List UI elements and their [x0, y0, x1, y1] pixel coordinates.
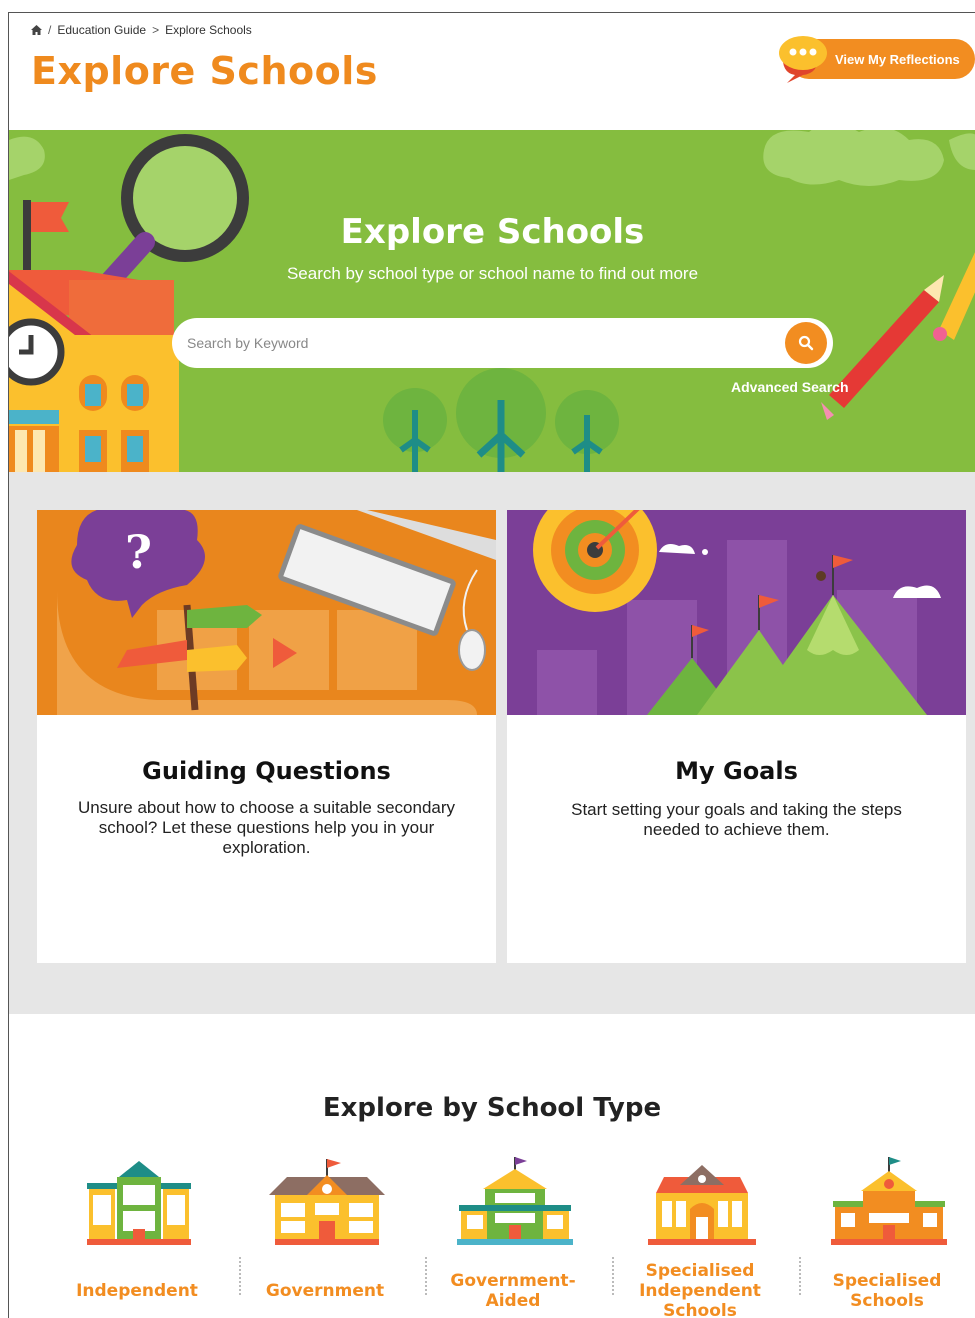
- hero-illustration: [9, 130, 975, 472]
- page-title: Explore Schools: [31, 49, 378, 93]
- school-type-independent[interactable]: Independent: [49, 1153, 225, 1318]
- search-icon: [798, 335, 814, 351]
- card-description: Unsure about how to choose a suitable se…: [77, 798, 456, 857]
- page: / Education Guide > Explore Schools Expl…: [8, 12, 975, 1318]
- card-description: Start setting your goals and taking the …: [571, 800, 902, 839]
- school-type-government-aided[interactable]: Government-Aided: [425, 1153, 601, 1318]
- svg-text:?: ?: [125, 525, 152, 579]
- section-title: Explore by School Type: [322, 1093, 662, 1123]
- search-button[interactable]: [785, 322, 827, 364]
- advanced-search-link[interactable]: Advanced Search: [731, 379, 849, 395]
- government-aided-school-icon: [457, 1157, 573, 1245]
- card-title: Guiding Questions: [142, 757, 391, 785]
- hero-title: Explore Schools: [340, 212, 645, 252]
- my-goals-image: [507, 510, 966, 715]
- independent-school-icon: [87, 1161, 191, 1245]
- school-type-label: Government-Aided: [450, 1271, 576, 1311]
- school-type-specialised[interactable]: Specialised Schools: [799, 1153, 975, 1318]
- breadcrumb: / Education Guide > Explore Schools: [31, 23, 252, 37]
- my-goals-card[interactable]: My Goals Start setting your goals and ta…: [507, 510, 966, 963]
- government-school-icon: [269, 1159, 385, 1245]
- breadcrumb-education-guide[interactable]: Education Guide: [57, 23, 146, 37]
- guiding-questions-card[interactable]: ? Guiding Questions Unsure about how to …: [37, 510, 496, 963]
- school-type-label: Independent: [76, 1281, 198, 1301]
- school-type-label: Specialised Independent Schools: [639, 1261, 761, 1318]
- breadcrumb-separator: /: [48, 23, 52, 37]
- school-type-label: Specialised Schools: [832, 1271, 942, 1311]
- guiding-questions-image: ?: [37, 510, 496, 715]
- breadcrumb-current: Explore Schools: [165, 23, 252, 37]
- school-type-list: Independent Government Government-Aided …: [49, 1153, 969, 1318]
- home-icon[interactable]: [31, 25, 42, 35]
- hero-subtitle: Search by school type or school name to …: [286, 264, 699, 283]
- chat-bubble-icon: [779, 36, 827, 83]
- card-title: My Goals: [675, 757, 798, 785]
- search-bar: [172, 318, 833, 368]
- school-type-specialised-independent[interactable]: Specialised Independent Schools: [612, 1153, 788, 1318]
- hero-banner: Explore Schools Search by school type or…: [9, 130, 975, 472]
- search-input[interactable]: [172, 335, 752, 351]
- specialised-independent-school-icon: [648, 1165, 756, 1245]
- school-type-label: Government: [265, 1281, 385, 1301]
- school-type-government[interactable]: Government: [237, 1153, 413, 1318]
- breadcrumb-separator: >: [152, 23, 160, 37]
- specialised-school-icon: [831, 1157, 947, 1245]
